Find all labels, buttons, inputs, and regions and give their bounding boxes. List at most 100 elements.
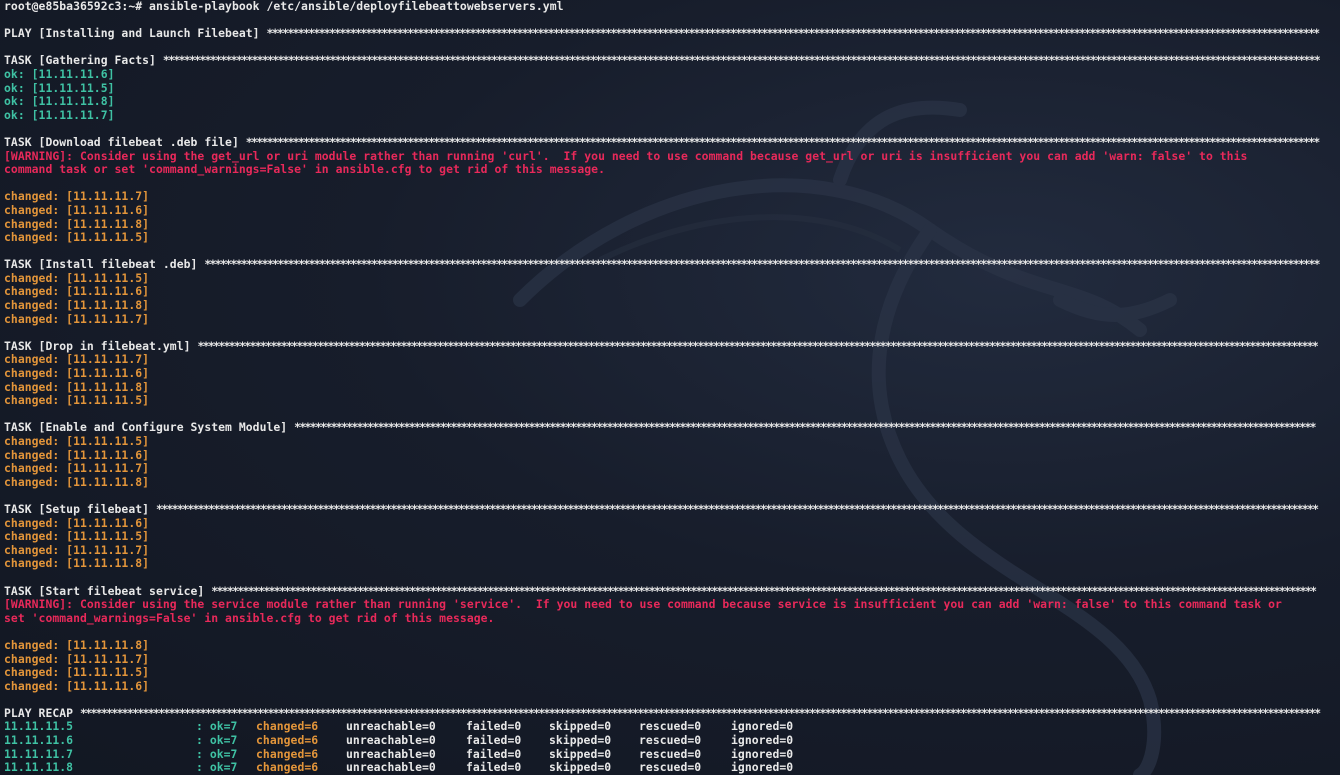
task-title: TASK [Install filebeat .deb]	[4, 258, 198, 272]
recap-unreachable: unreachable=0	[346, 747, 436, 761]
warning-message: [WARNING]: Consider using the service mo…	[4, 598, 1282, 612]
recap-skipped: skipped=0	[549, 734, 612, 748]
warning-message: set 'command_warnings=False' in ansible.…	[4, 611, 495, 625]
recap-row: 11.11.11.6 : ok=7 changed=6 unreachable=0 fa…	[4, 734, 1340, 748]
task-result-line: changed: [11.11.11.6]	[4, 367, 150, 381]
recap-row: 11.11.11.7 : ok=7 changed=6 unreachable=0 fa…	[4, 748, 1340, 762]
task-result-line: ok: [11.11.11.7]	[4, 108, 115, 122]
recap-ignored: ignored=0	[731, 734, 794, 748]
recap-skipped: skipped=0	[549, 720, 612, 734]
task-result-line: changed: [11.11.11.7]	[4, 353, 150, 367]
task-result-line: changed: [11.11.11.5]	[4, 530, 150, 544]
task-title: TASK [Enable and Configure System Module…	[4, 421, 288, 435]
task-header: TASK [Setup filebeat] ******************…	[4, 503, 1340, 517]
recap-host: 11.11.11.5	[4, 720, 74, 734]
task-header: TASK [Install filebeat .deb] ***********…	[4, 258, 1340, 272]
task-result-line: changed: [11.11.11.6]	[4, 285, 150, 299]
recap-host: 11.11.11.6	[4, 734, 74, 748]
terminal-window[interactable]: root@e85ba36592c3:~# ansible-playbook /e…	[0, 0, 1340, 775]
recap-unreachable: unreachable=0	[346, 734, 436, 748]
task-header: TASK [Drop in filebeat.yml] ************…	[4, 340, 1340, 354]
recap-failed: failed=0	[466, 720, 522, 734]
recap-ok: : ok=7	[196, 761, 238, 775]
task-title: TASK [Download filebeat .deb file]	[4, 135, 239, 149]
warning-message: [WARNING]: Consider using the get_url or…	[4, 149, 1248, 163]
recap-host: 11.11.11.8	[4, 761, 74, 775]
task-result-line: changed: [11.11.11.8]	[4, 557, 150, 571]
separator-stars: ****************************************…	[155, 502, 1319, 516]
task-result-line: changed: [11.11.11.8]	[4, 638, 150, 652]
task-result-line: ok: [11.11.11.8]	[4, 95, 115, 109]
recap-unreachable: unreachable=0	[346, 720, 436, 734]
recap-rescued: rescued=0	[639, 761, 702, 775]
task-result-line: changed: [11.11.11.5]	[4, 231, 150, 245]
separator-stars: ****************************************…	[245, 135, 1320, 149]
task-result-line: changed: [11.11.11.5]	[4, 394, 150, 408]
recap-changed: changed=6	[256, 747, 319, 761]
task-result-line: ok: [11.11.11.5]	[4, 81, 115, 95]
recap-skipped: skipped=0	[549, 747, 612, 761]
task-result-line: changed: [11.11.11.7]	[4, 312, 150, 326]
recap-title: PLAY RECAP	[4, 706, 74, 720]
play-header: PLAY [Installing and Launch Filebeat] **…	[4, 27, 1340, 41]
recap-rescued: rescued=0	[639, 720, 702, 734]
task-header: TASK [Start filebeat service] **********…	[4, 585, 1340, 599]
task-title: TASK [Gathering Facts]	[4, 54, 156, 68]
task-result-line: changed: [11.11.11.5]	[4, 666, 150, 680]
separator-stars: ****************************************…	[204, 258, 1320, 272]
separator-stars: ****************************************…	[211, 584, 1317, 598]
task-title: TASK [Setup filebeat]	[4, 502, 150, 516]
recap-failed: failed=0	[466, 761, 522, 775]
recap-rescued: rescued=0	[639, 734, 702, 748]
task-header: TASK [Download filebeat .deb file] *****…	[4, 136, 1340, 150]
recap-failed: failed=0	[466, 734, 522, 748]
task-result-line: changed: [11.11.11.8]	[4, 299, 150, 313]
recap-rescued: rescued=0	[639, 747, 702, 761]
recap-changed: changed=6	[256, 734, 319, 748]
separator-stars: ****************************************…	[162, 54, 1321, 68]
task-result-line: changed: [11.11.11.8]	[4, 475, 150, 489]
task-result-line: changed: [11.11.11.6]	[4, 516, 150, 530]
recap-ok: : ok=7	[196, 747, 238, 761]
task-list: TASK [Gathering Facts] *****************…	[4, 54, 1340, 707]
task-result-line: changed: [11.11.11.5]	[4, 271, 150, 285]
task-title: TASK [Drop in filebeat.yml]	[4, 339, 191, 353]
recap-failed: failed=0	[466, 747, 522, 761]
recap-ignored: ignored=0	[731, 747, 794, 761]
task-result-line: changed: [11.11.11.6]	[4, 448, 150, 462]
recap-row: 11.11.11.8: ok=7 changed=6 unreachable=0 fa…	[4, 761, 1340, 775]
recap-row: 11.11.11.5 : ok=7 changed=6 unreachable=0 fa…	[4, 720, 1340, 734]
task-header: TASK [Gathering Facts] *****************…	[4, 54, 1340, 68]
recap-changed: changed=6	[256, 720, 319, 734]
task-result-line: changed: [11.11.11.6]	[4, 203, 150, 217]
task-result-line: changed: [11.11.11.7]	[4, 543, 150, 557]
separator-stars: ****************************************…	[197, 339, 1318, 353]
separator-stars: ****************************************…	[266, 27, 1321, 41]
separator-stars: ****************************************…	[80, 706, 1321, 720]
play-title: PLAY [Installing and Launch Filebeat]	[4, 27, 260, 41]
recap-skipped: skipped=0	[549, 761, 612, 775]
recap-host: 11.11.11.7	[4, 747, 74, 761]
task-result-line: changed: [11.11.11.7]	[4, 190, 150, 204]
recap-changed: changed=6	[256, 761, 319, 775]
task-result-line: changed: [11.11.11.8]	[4, 380, 150, 394]
task-result-line: changed: [11.11.11.5]	[4, 435, 150, 448]
recap-ok: : ok=7	[196, 720, 238, 734]
recap-ok: : ok=7	[196, 734, 238, 748]
task-title: TASK [Start filebeat service]	[4, 584, 205, 598]
task-result-line: changed: [11.11.11.7]	[4, 652, 150, 666]
warning-message: command task or set 'command_warnings=Fa…	[4, 163, 605, 177]
task-header: TASK [Enable and Configure System Module…	[4, 421, 1340, 435]
command-prompt-line: root@e85ba36592c3:~# ansible-playbook /e…	[4, 0, 564, 13]
recap-table: 11.11.11.5 : ok=7 changed=6 unreachable=0 fa…	[4, 720, 1340, 774]
